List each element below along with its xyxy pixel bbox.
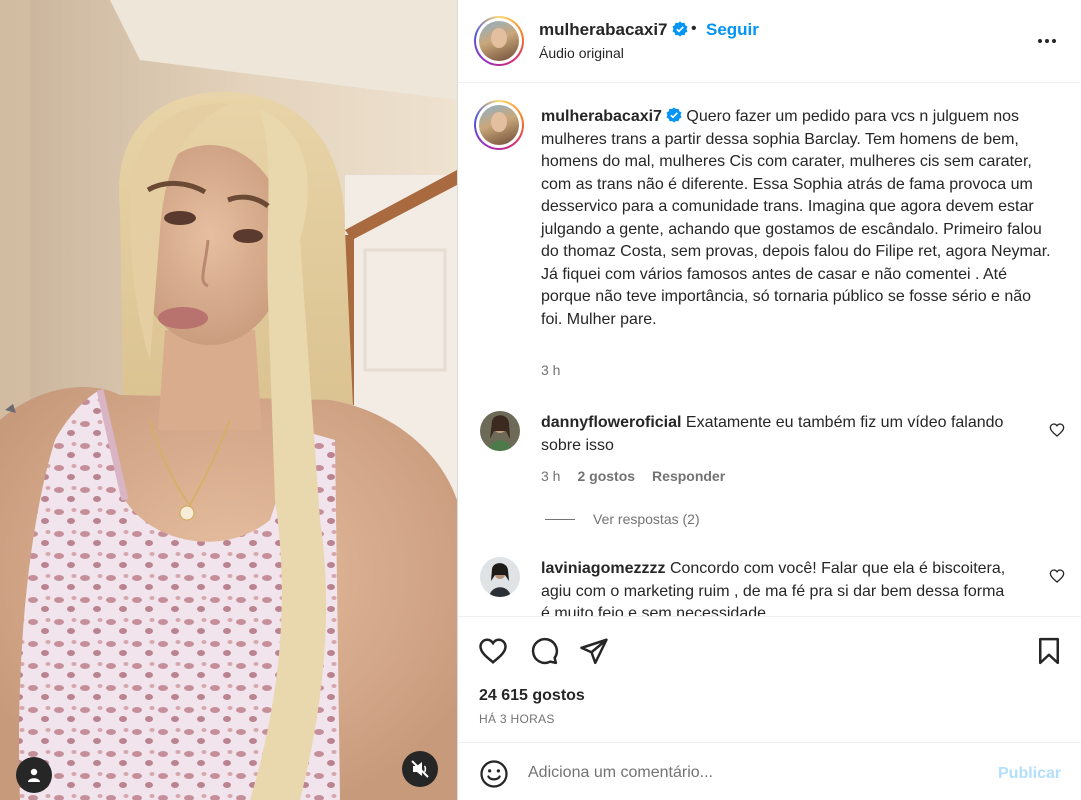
add-comment-bar: Publicar bbox=[458, 742, 1081, 800]
view-replies-label[interactable]: Ver respostas (2) bbox=[593, 511, 700, 527]
commenter-avatar[interactable] bbox=[480, 557, 520, 597]
post-actions: 24 615 gostos HÁ 3 HORAS bbox=[458, 616, 1081, 742]
mute-toggle-button[interactable] bbox=[402, 751, 438, 787]
comment-text: laviniagomezzzz Concordo com você! Falar… bbox=[541, 558, 1011, 616]
publish-button[interactable]: Publicar bbox=[998, 765, 1061, 783]
caption-body: Quero fazer um pedido para vcs n julguem… bbox=[541, 108, 1051, 328]
speaker-muted-icon bbox=[411, 760, 429, 778]
comment-button[interactable] bbox=[528, 635, 560, 667]
author-avatar[interactable] bbox=[474, 16, 524, 66]
user-tag-button[interactable] bbox=[16, 757, 52, 793]
verified-badge-icon bbox=[666, 107, 682, 123]
reply-button[interactable]: Responder bbox=[652, 468, 725, 484]
likes-count[interactable]: 24 615 gostos bbox=[479, 687, 585, 705]
comment-input[interactable] bbox=[528, 757, 978, 789]
bookmark-icon bbox=[1039, 637, 1059, 665]
save-button[interactable] bbox=[1033, 635, 1065, 667]
comment-like-heart-icon[interactable] bbox=[1049, 568, 1065, 584]
post-details-panel: mulherabacaxi7 • Seguir Áudio original m… bbox=[457, 0, 1081, 800]
comment-like-heart-icon[interactable] bbox=[1049, 422, 1065, 438]
heart-icon bbox=[479, 638, 507, 665]
comment-username[interactable]: dannyfloweroficial bbox=[541, 414, 681, 431]
user-tag-icon bbox=[28, 768, 40, 782]
follow-button[interactable]: Seguir bbox=[706, 20, 759, 40]
audio-link[interactable]: Áudio original bbox=[539, 45, 624, 61]
comment-icon bbox=[531, 637, 558, 665]
video-frame bbox=[0, 0, 457, 800]
replies-divider-line bbox=[545, 518, 575, 520]
comment-text: dannyfloweroficial Exatamente eu também … bbox=[541, 412, 1011, 457]
comment-username[interactable]: laviniagomezzzz bbox=[541, 560, 665, 577]
caption-avatar[interactable] bbox=[474, 100, 524, 150]
header-separator: • bbox=[691, 20, 697, 37]
comment-timestamp[interactable]: 3 h bbox=[541, 468, 560, 484]
post-timestamp[interactable]: HÁ 3 HORAS bbox=[479, 712, 555, 726]
emoji-icon[interactable] bbox=[479, 759, 509, 789]
caption-timestamp[interactable]: 3 h bbox=[541, 362, 560, 378]
more-options-icon bbox=[1038, 39, 1056, 43]
share-icon bbox=[580, 638, 608, 665]
commenter-avatar[interactable] bbox=[480, 411, 520, 451]
verified-badge-icon bbox=[672, 21, 687, 37]
share-button[interactable] bbox=[578, 635, 610, 667]
view-replies-button[interactable]: Ver respostas (2) bbox=[545, 511, 700, 527]
caption-username[interactable]: mulherabacaxi7 bbox=[541, 108, 662, 125]
like-button[interactable] bbox=[477, 635, 509, 667]
author-username-text[interactable]: mulherabacaxi7 bbox=[539, 20, 668, 39]
post-header: mulherabacaxi7 • Seguir Áudio original bbox=[458, 0, 1081, 83]
caption-text: mulherabacaxi7 Quero fazer um pedido par… bbox=[541, 106, 1051, 331]
comment-likes[interactable]: 2 gostos bbox=[577, 468, 635, 484]
more-options-button[interactable] bbox=[1032, 26, 1062, 56]
comment-meta: 3 h 2 gostos Responder bbox=[541, 468, 725, 484]
comments-scroll-area[interactable]: mulherabacaxi7 Quero fazer um pedido par… bbox=[458, 84, 1081, 616]
author-username[interactable]: mulherabacaxi7 bbox=[539, 20, 688, 40]
post-media[interactable] bbox=[0, 0, 457, 800]
